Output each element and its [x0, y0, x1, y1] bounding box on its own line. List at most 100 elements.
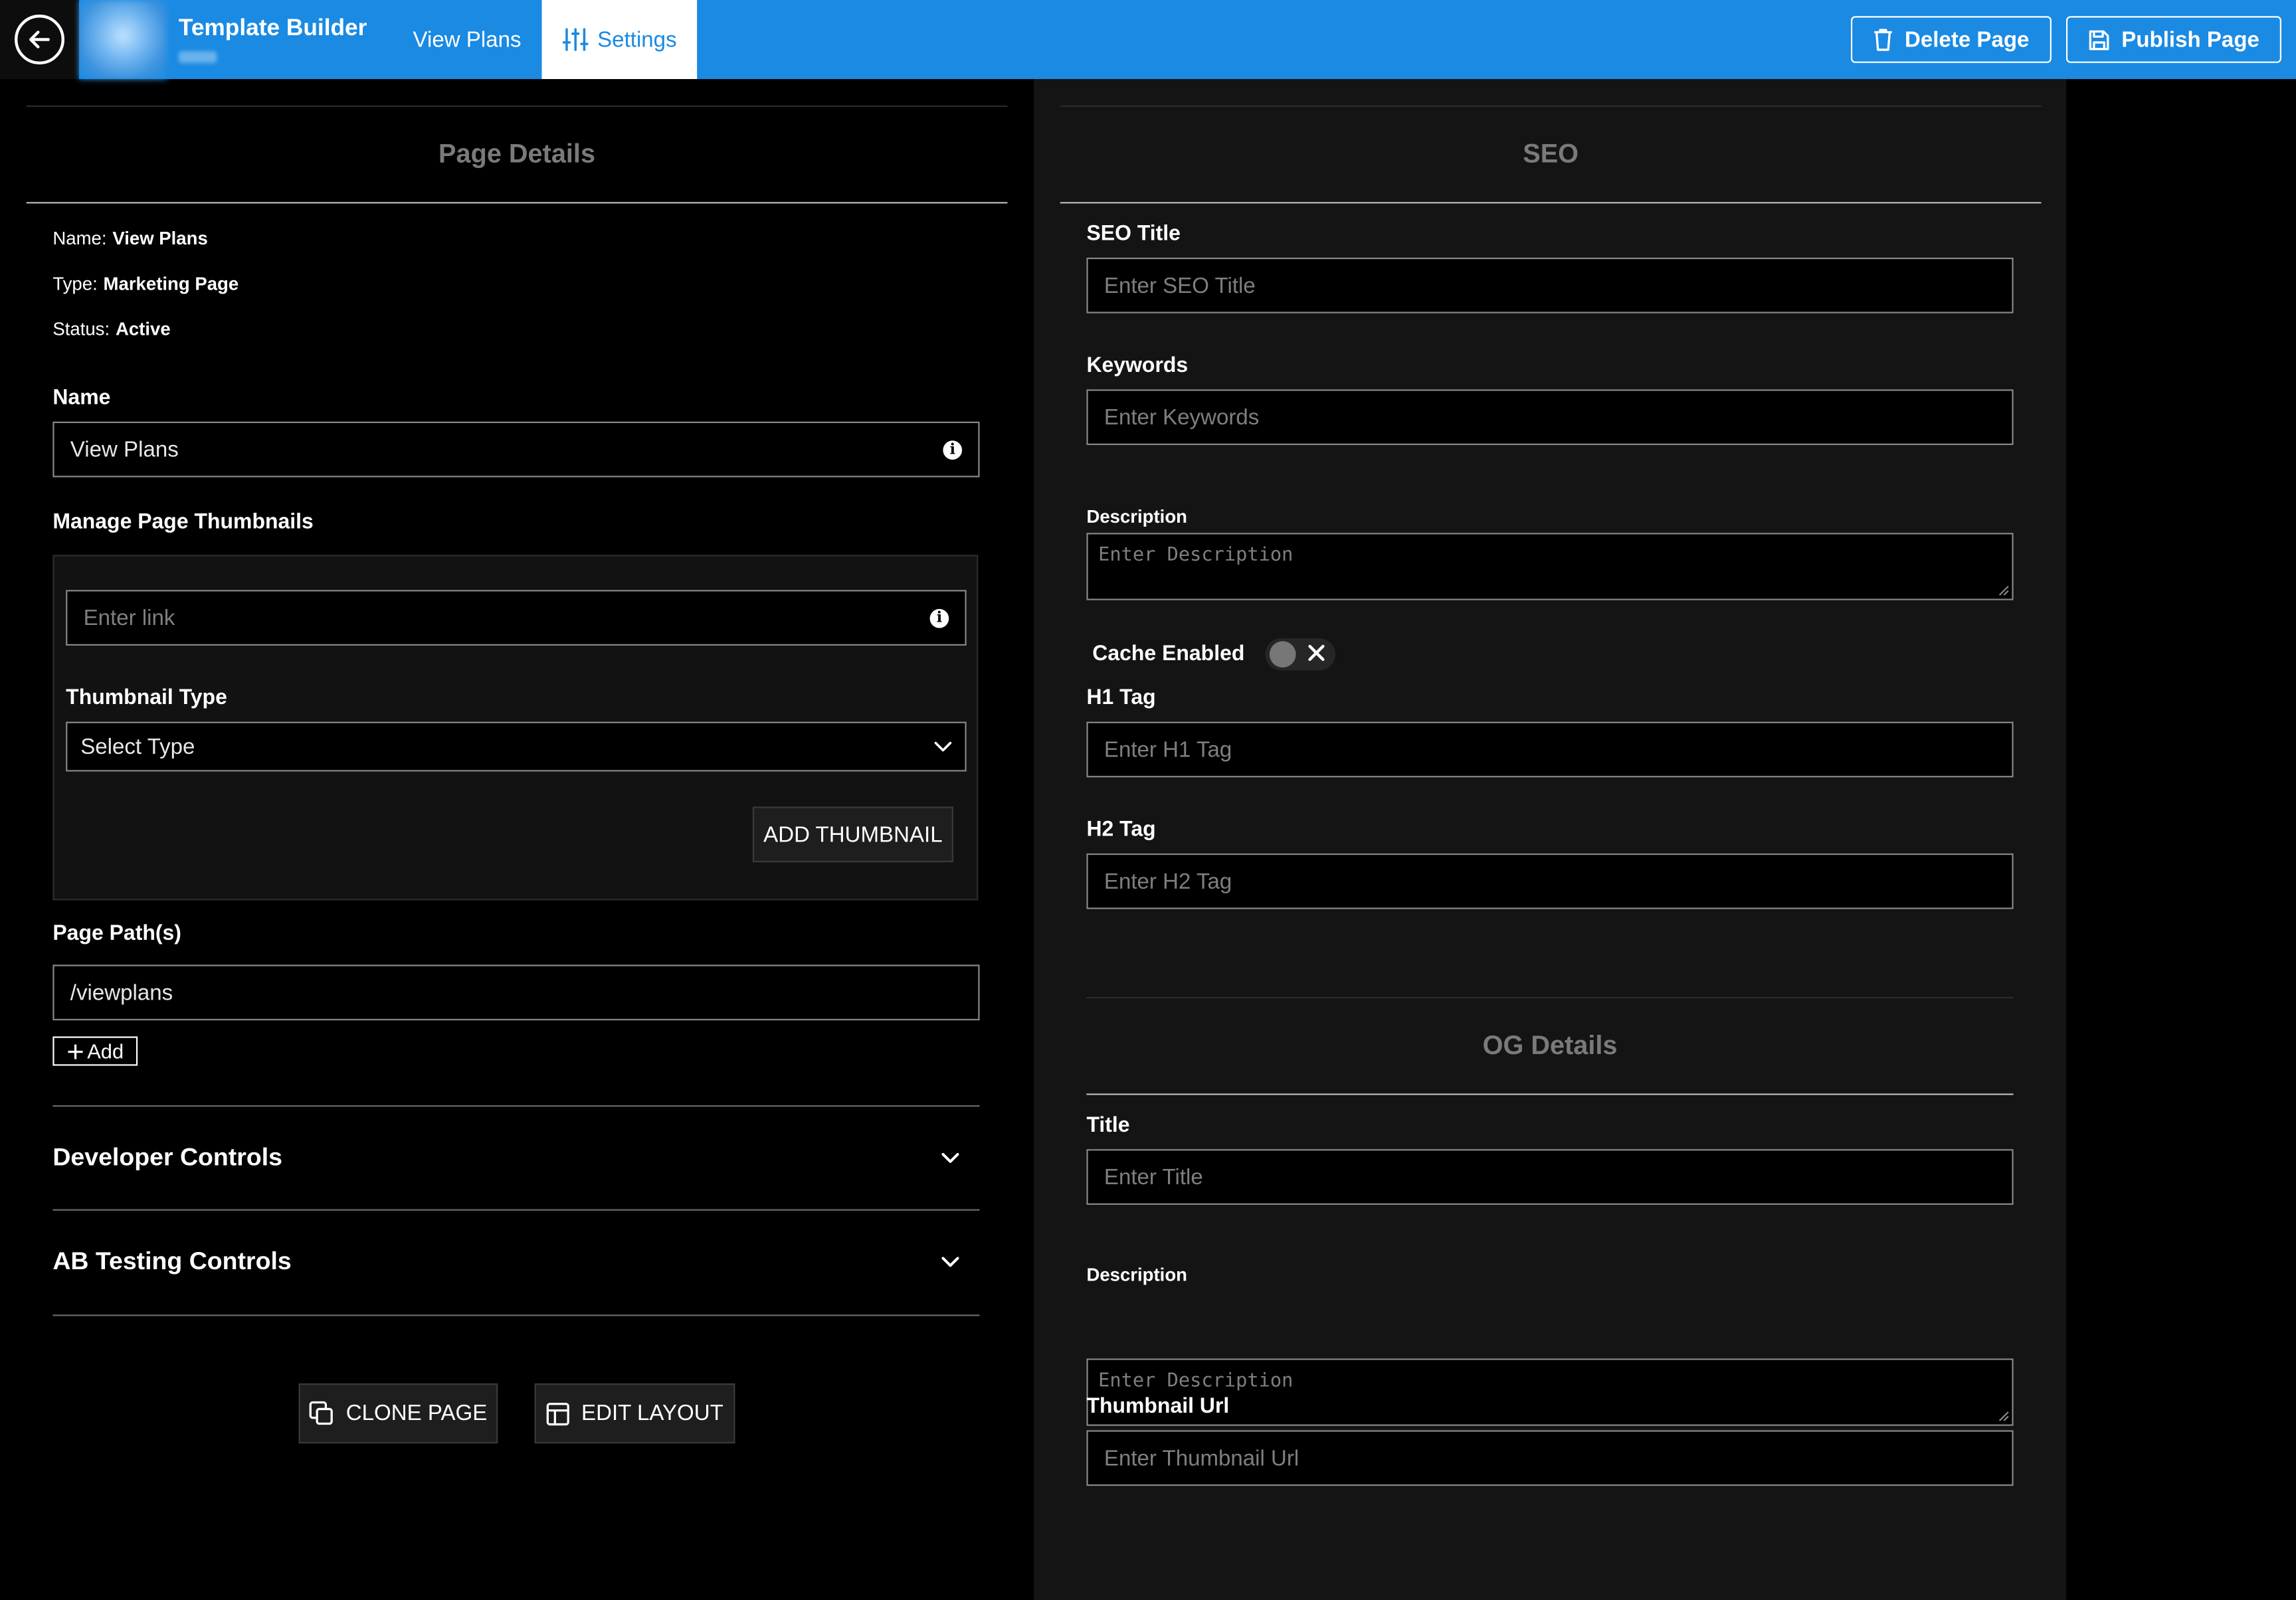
delete-page-label: Delete Page [1904, 27, 2030, 52]
thumbnail-type-value: Select Type [80, 734, 195, 759]
ab-testing-controls-title: AB Testing Controls [52, 1247, 292, 1275]
name-label: Name [52, 386, 111, 410]
brand: Template Builder [178, 16, 393, 63]
thumbnail-type-select[interactable]: Select Type [66, 721, 967, 772]
ab-testing-controls-accordion[interactable]: AB Testing Controls [52, 1209, 980, 1313]
seo-description-placeholder: Enter Description [1098, 544, 1293, 567]
thumbnail-link-input[interactable]: Enter link i [66, 590, 967, 646]
seo-title-input[interactable]: Enter SEO Title [1086, 257, 2014, 313]
tab-label: Settings [597, 27, 677, 52]
chevron-down-icon [934, 741, 952, 752]
page-path-input[interactable]: /viewplans [52, 964, 980, 1021]
meta-value: Active [115, 318, 171, 339]
og-details-header: OG Details [1086, 996, 2014, 1095]
back-button[interactable] [15, 15, 64, 64]
h2-tag-input[interactable]: Enter H2 Tag [1086, 853, 2014, 909]
arrow-left-icon [29, 31, 50, 48]
app-subtitle-redacted [178, 51, 217, 63]
thumbnail-url-label: Thumbnail Url [1086, 1395, 1230, 1419]
seo-title-label: SEO Title [1086, 222, 1181, 246]
meta-type: Type: Marketing Page [52, 260, 1007, 306]
meta-key: Name: [52, 227, 107, 248]
meta-key: Status: [52, 318, 110, 339]
og-description-placeholder: Enter Description [1098, 1370, 1293, 1393]
tab-settings[interactable]: Settings [541, 0, 698, 80]
add-thumbnail-label: ADD THUMBNAIL [763, 822, 943, 847]
meta-name: Name: View Plans [52, 215, 1007, 260]
add-thumbnail-button[interactable]: ADD THUMBNAIL [752, 806, 953, 863]
seo-panel: SEO SEO Title Enter SEO Title Keywords E… [1034, 79, 2066, 1600]
top-bar: Template Builder View Plans Settings Del… [0, 0, 2296, 80]
keywords-input[interactable]: Enter Keywords [1086, 389, 2014, 446]
page-details-panel: Page Details Name: View Plans Type: Mark… [26, 105, 1008, 1444]
clone-page-label: CLONE PAGE [345, 1401, 488, 1426]
og-title-placeholder: Enter Title [1103, 1164, 1203, 1190]
meta-value: Marketing Page [103, 273, 239, 294]
thumbnail-url-placeholder: Enter Thumbnail Url [1103, 1445, 1299, 1471]
h1-tag-label: H1 Tag [1086, 686, 1156, 710]
page-paths-label: Page Path(s) [52, 922, 181, 946]
seo-description-textarea[interactable]: Enter Description [1086, 533, 2014, 600]
sliders-icon [562, 27, 589, 53]
name-input[interactable]: View Plans i [52, 421, 980, 478]
meta-status: Status: Active [52, 306, 1007, 351]
toggle-knob [1269, 641, 1296, 668]
h1-tag-placeholder: Enter H1 Tag [1103, 737, 1232, 762]
thumbnail-link-placeholder: Enter link [83, 605, 175, 630]
edit-layout-button[interactable]: EDIT LAYOUT [534, 1383, 735, 1444]
cache-enabled-label: Cache Enabled [1092, 642, 1245, 666]
seo-title-placeholder: Enter SEO Title [1103, 273, 1256, 298]
accordion-divider [52, 1314, 980, 1316]
cache-enabled-toggle[interactable] [1265, 638, 1336, 671]
meta-key: Type: [52, 273, 98, 294]
thumbnail-url-input[interactable]: Enter Thumbnail Url [1086, 1430, 2014, 1486]
chevron-down-icon [941, 1152, 959, 1164]
save-icon [2088, 29, 2110, 50]
app-title: Template Builder [178, 16, 367, 41]
publish-page-label: Publish Page [2121, 27, 2259, 52]
copy-icon [310, 1401, 334, 1425]
close-icon [1306, 643, 1327, 664]
keywords-placeholder: Enter Keywords [1103, 404, 1260, 430]
og-title-label: Title [1086, 1114, 1130, 1138]
h1-tag-input[interactable]: Enter H1 Tag [1086, 721, 2014, 778]
info-icon[interactable]: i [929, 608, 949, 628]
h2-tag-placeholder: Enter H2 Tag [1103, 869, 1232, 894]
publish-page-button[interactable]: Publish Page [2065, 16, 2281, 63]
edit-layout-label: EDIT LAYOUT [581, 1401, 723, 1426]
plus-icon [67, 1043, 82, 1059]
seo-header-wrap: SEO [1060, 105, 2042, 204]
cache-enabled-row: Cache Enabled [1092, 638, 1336, 671]
trash-icon [1872, 28, 1893, 51]
developer-controls-title: Developer Controls [52, 1143, 282, 1172]
chevron-down-icon [941, 1256, 959, 1268]
resize-handle-icon[interactable] [1998, 585, 2009, 596]
og-title-input[interactable]: Enter Title [1086, 1149, 2014, 1205]
seo-title: SEO [1523, 139, 1579, 169]
seo-description-label: Description [1086, 506, 1188, 527]
page-details-title: Page Details [438, 139, 596, 169]
tab-view-plans[interactable]: View Plans [393, 0, 542, 79]
info-icon[interactable]: i [943, 440, 963, 459]
top-actions: Delete Page Publish Page [1850, 16, 2281, 63]
brand-logo [79, 0, 167, 80]
seo-header: SEO [1060, 105, 2042, 204]
og-description-label: Description [1086, 1265, 1188, 1286]
thumbnail-manager: Enter link i Thumbnail Type Select Type … [52, 555, 979, 901]
resize-handle-icon[interactable] [1998, 1411, 2009, 1421]
page-meta: Name: View Plans Type: Marketing Page St… [27, 215, 1008, 351]
keywords-label: Keywords [1086, 354, 1189, 378]
meta-value: View Plans [112, 227, 208, 248]
clone-page-button[interactable]: CLONE PAGE [298, 1383, 498, 1444]
page-path-value: /viewplans [70, 980, 173, 1006]
back-button-container [0, 0, 80, 80]
tab-label: View Plans [413, 27, 522, 52]
thumbnail-type-label: Thumbnail Type [66, 686, 227, 710]
name-input-value: View Plans [70, 436, 179, 462]
developer-controls-accordion[interactable]: Developer Controls [52, 1105, 980, 1209]
delete-page-button[interactable]: Delete Page [1850, 16, 2052, 63]
page-details-header: Page Details [26, 105, 1008, 204]
add-path-button[interactable]: Add [52, 1036, 138, 1066]
manage-thumbnails-label: Manage Page Thumbnails [52, 511, 314, 535]
layout-icon [546, 1401, 569, 1425]
